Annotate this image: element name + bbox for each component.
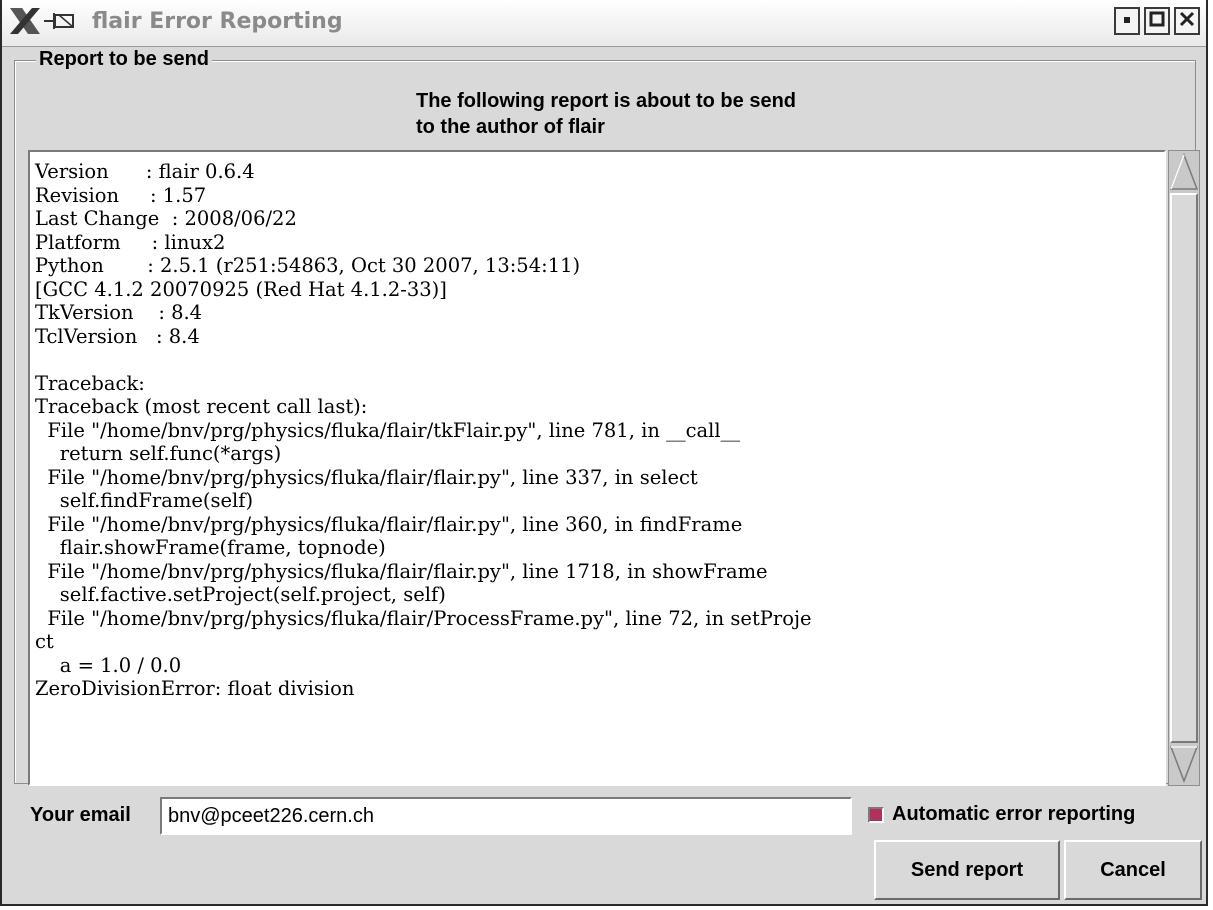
scroll-down-button[interactable]: [1169, 745, 1199, 785]
close-button[interactable]: [1174, 7, 1200, 35]
email-label: Your email: [30, 804, 131, 826]
window-controls: [1114, 7, 1200, 35]
error-report-window: flair Error Reporting Report to be send: [0, 0, 1208, 906]
cancel-button[interactable]: Cancel: [1064, 840, 1202, 900]
minimize-button[interactable]: [1114, 7, 1140, 35]
automatic-error-reporting-checkbox[interactable]: Automatic error reporting: [868, 803, 1135, 826]
email-input[interactable]: [160, 797, 852, 835]
report-group-label: Report to be send: [36, 48, 213, 71]
automatic-error-reporting-label: Automatic error reporting: [892, 803, 1136, 825]
scroll-down-arrow-icon: [1169, 746, 1199, 789]
close-icon: [1179, 11, 1195, 31]
maximize-icon: [1149, 11, 1165, 31]
checkbox-indicator[interactable]: [868, 806, 884, 823]
scroll-up-button[interactable]: [1169, 151, 1199, 191]
pin-icon[interactable]: [44, 9, 80, 37]
maximize-button[interactable]: [1144, 7, 1170, 35]
send-report-button[interactable]: Send report: [874, 840, 1060, 900]
title-icons: [8, 8, 80, 38]
report-message-line: to the author of flair: [416, 116, 605, 138]
report-text[interactable]: Version : flair 0.6.4 Revision : 1.57 La…: [30, 152, 1164, 701]
minimize-icon: [1120, 12, 1134, 31]
report-message-line: The following report is about to be send: [416, 90, 796, 112]
x-logo-icon[interactable]: [8, 6, 42, 40]
window-title: flair Error Reporting: [92, 9, 343, 34]
report-scrollbar[interactable]: [1168, 150, 1200, 786]
title-bar[interactable]: flair Error Reporting: [2, 0, 1206, 47]
scroll-thumb[interactable]: [1170, 193, 1198, 743]
report-text-area[interactable]: Version : flair 0.6.4 Revision : 1.57 La…: [28, 150, 1166, 786]
report-message: The following report is about to be send…: [2, 88, 1210, 140]
